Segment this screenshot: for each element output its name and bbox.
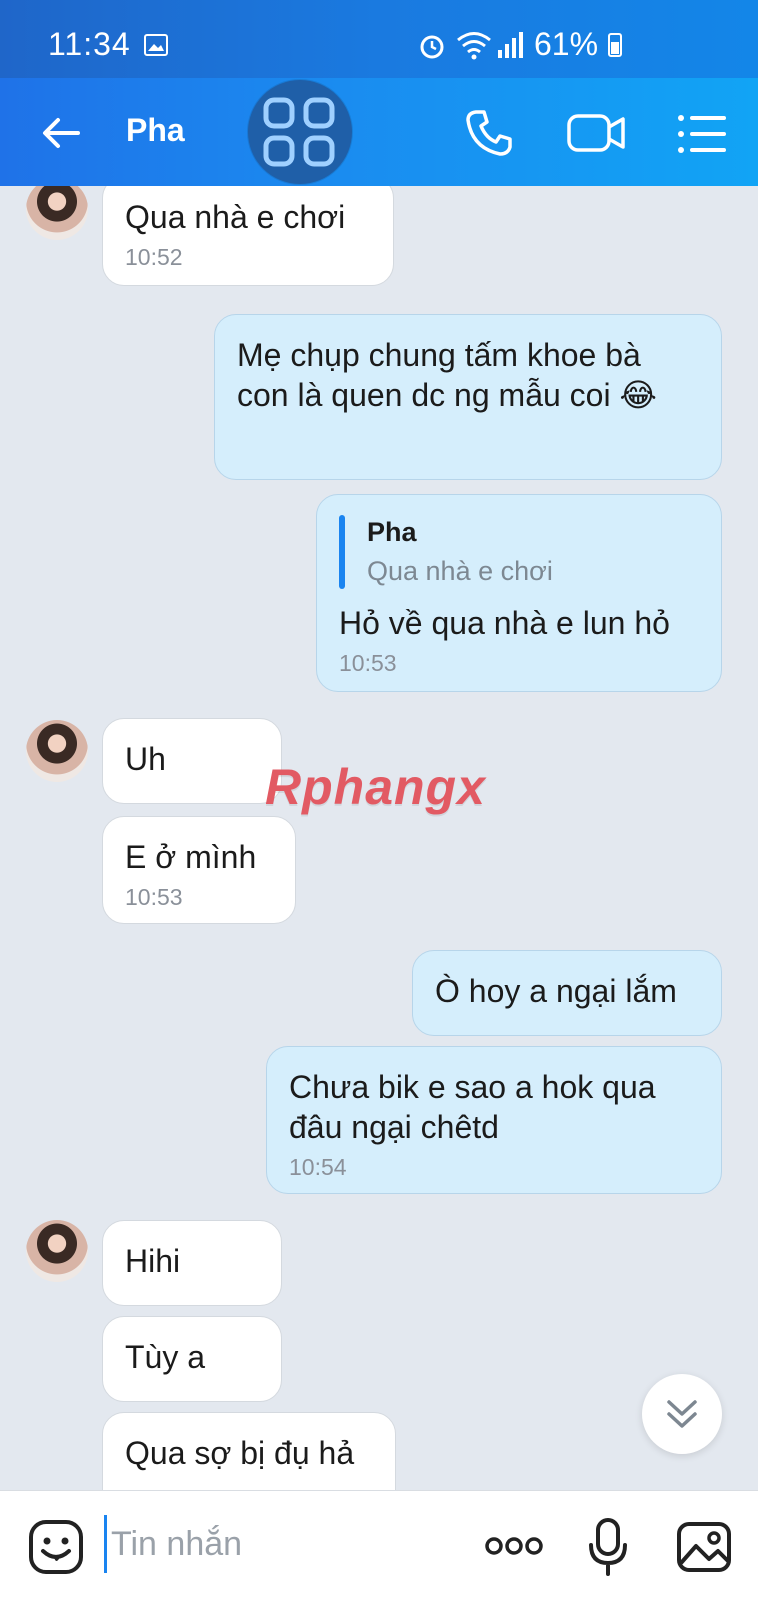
composer-bar [0,1490,758,1601]
message-time: 10:52 [125,244,183,270]
signal-icon [498,32,523,58]
message-incoming[interactable]: Hihi [102,1220,282,1306]
microphone-icon[interactable] [588,1517,628,1577]
message-time: 10:54 [289,1154,347,1180]
chat-header: Pha [0,78,758,186]
contact-name[interactable]: Pha [126,112,185,149]
message-time: 10:53 [339,650,397,676]
message-text: Qua sợ bị đụ hả [125,1435,355,1471]
message-incoming[interactable]: Qua sợ bị đụ hả [102,1412,396,1490]
message-text: Hỏ về qua nhà e lun hỏ [339,605,670,641]
more-dots-icon[interactable] [484,1531,544,1561]
emoji-icon[interactable] [28,1519,84,1575]
message-outgoing[interactable]: Ò hoy a ngại lắm [412,950,722,1036]
quote-bar [339,515,345,589]
message-text: Mẹ chụp chung tấm khoe bà con là quen dc… [237,337,657,413]
avatar[interactable] [26,720,88,782]
message-text: E ở mình [125,839,257,875]
status-time: 11:34 [48,26,131,62]
video-camera-icon[interactable] [566,106,628,160]
message-time: 10:53 [125,884,183,910]
message-incoming[interactable]: Qua nhà e chơi 10:52 [102,186,394,286]
scroll-to-bottom-button[interactable] [642,1374,722,1454]
message-outgoing-reply[interactable]: Pha Qua nhà e chơi Hỏ về qua nhà e lun h… [316,494,722,692]
message-outgoing[interactable]: Chưa bik e sao a hok qua đâu ngại chêtd … [266,1046,722,1194]
gallery-notification-icon [144,34,168,56]
quoted-message[interactable]: Pha Qua nhà e chơi [339,515,699,589]
message-text: Hihi [125,1243,181,1279]
apps-grid-button[interactable] [248,80,352,184]
battery-percent: 61% [534,26,599,62]
watermark-logo: Rphangx [265,759,486,815]
message-outgoing[interactable]: Mẹ chụp chung tấm khoe bà con là quen dc… [214,314,722,480]
chevron-double-down-icon [667,1400,697,1428]
message-incoming[interactable]: Uh [102,718,282,804]
status-bar: 11:34 61% [0,0,758,78]
message-text: Ò hoy a ngại lắm [435,973,677,1009]
alarm-icon [420,35,444,59]
list-menu-icon[interactable] [676,108,728,160]
phone-icon[interactable] [462,106,516,160]
avatar[interactable] [26,1220,88,1282]
quote-text: Qua nhà e chơi [367,556,553,586]
wifi-icon [457,32,491,60]
image-icon[interactable] [676,1519,732,1575]
battery-icon [608,33,622,57]
message-text: Chưa bik e sao a hok qua đâu ngại chêtd [289,1069,656,1145]
back-arrow-icon[interactable] [36,106,90,160]
message-text: Tùy a [125,1339,206,1375]
message-text: Uh [125,741,166,777]
quote-author: Pha [367,517,417,547]
message-input[interactable] [104,1515,453,1573]
apps-grid-icon [263,97,335,167]
message-incoming[interactable]: Tùy a [102,1316,282,1402]
message-list[interactable]: Qua nhà e chơi 10:52 Mẹ chụp chung tấm k… [0,186,758,1490]
avatar[interactable] [26,186,88,240]
message-incoming[interactable]: E ở mình 10:53 [102,816,296,924]
message-text: Qua nhà e chơi [125,199,346,235]
